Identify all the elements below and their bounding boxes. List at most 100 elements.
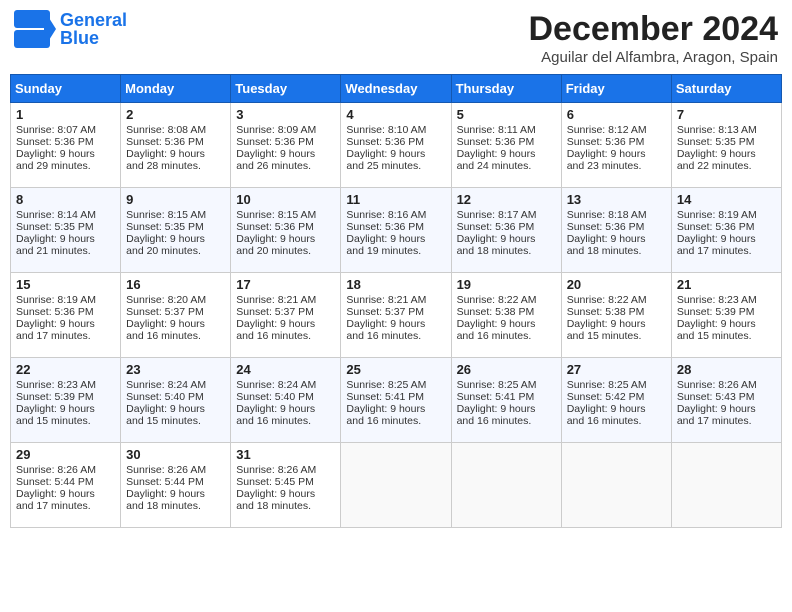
day-info-line: and 20 minutes. — [126, 245, 225, 257]
calendar-cell: 18Sunrise: 8:21 AMSunset: 5:37 PMDayligh… — [341, 273, 451, 358]
day-info-line: Sunset: 5:44 PM — [126, 476, 225, 488]
day-info-line: Sunset: 5:35 PM — [16, 221, 115, 233]
calendar-cell: 23Sunrise: 8:24 AMSunset: 5:40 PMDayligh… — [121, 358, 231, 443]
day-info-line: Daylight: 9 hours — [16, 488, 115, 500]
calendar-week-4: 22Sunrise: 8:23 AMSunset: 5:39 PMDayligh… — [11, 358, 782, 443]
day-info-line: and 25 minutes. — [346, 160, 445, 172]
day-info-line: and 22 minutes. — [677, 160, 776, 172]
day-number: 10 — [236, 192, 335, 207]
day-info-line: Daylight: 9 hours — [677, 318, 776, 330]
day-info-line: Sunrise: 8:13 AM — [677, 124, 776, 136]
day-info-line: Sunrise: 8:17 AM — [457, 209, 556, 221]
day-info-line: Sunset: 5:41 PM — [457, 391, 556, 403]
calendar-cell — [561, 443, 671, 528]
day-info-line: and 15 minutes. — [567, 330, 666, 342]
day-info-line: Sunset: 5:38 PM — [457, 306, 556, 318]
weekday-friday: Friday — [561, 75, 671, 103]
day-info-line: and 16 minutes. — [126, 330, 225, 342]
day-info-line: Sunset: 5:36 PM — [457, 136, 556, 148]
day-info-line: Daylight: 9 hours — [346, 403, 445, 415]
weekday-sunday: Sunday — [11, 75, 121, 103]
day-info-line: Sunset: 5:36 PM — [567, 136, 666, 148]
day-info-line: Daylight: 9 hours — [567, 318, 666, 330]
day-info-line: Sunrise: 8:21 AM — [346, 294, 445, 306]
calendar-week-1: 1Sunrise: 8:07 AMSunset: 5:36 PMDaylight… — [11, 103, 782, 188]
day-number: 6 — [567, 107, 666, 122]
day-info-line: Sunrise: 8:08 AM — [126, 124, 225, 136]
calendar-cell: 28Sunrise: 8:26 AMSunset: 5:43 PMDayligh… — [671, 358, 781, 443]
calendar-cell: 10Sunrise: 8:15 AMSunset: 5:36 PMDayligh… — [231, 188, 341, 273]
calendar-cell — [341, 443, 451, 528]
day-info-line: and 21 minutes. — [16, 245, 115, 257]
day-info-line: and 24 minutes. — [457, 160, 556, 172]
day-info-line: Daylight: 9 hours — [346, 148, 445, 160]
calendar-cell: 22Sunrise: 8:23 AMSunset: 5:39 PMDayligh… — [11, 358, 121, 443]
day-info-line: Daylight: 9 hours — [16, 318, 115, 330]
day-info-line: Sunset: 5:40 PM — [126, 391, 225, 403]
day-info-line: and 17 minutes. — [677, 415, 776, 427]
calendar-cell: 20Sunrise: 8:22 AMSunset: 5:38 PMDayligh… — [561, 273, 671, 358]
day-info-line: Sunset: 5:44 PM — [16, 476, 115, 488]
day-info-line: Daylight: 9 hours — [236, 148, 335, 160]
day-info-line: Daylight: 9 hours — [16, 403, 115, 415]
day-info-line: and 18 minutes. — [457, 245, 556, 257]
calendar-cell — [451, 443, 561, 528]
day-number: 29 — [16, 447, 115, 462]
day-info-line: Sunrise: 8:16 AM — [346, 209, 445, 221]
day-info-line: Daylight: 9 hours — [126, 148, 225, 160]
day-info-line: Sunset: 5:40 PM — [236, 391, 335, 403]
calendar-week-3: 15Sunrise: 8:19 AMSunset: 5:36 PMDayligh… — [11, 273, 782, 358]
day-number: 15 — [16, 277, 115, 292]
calendar-cell: 24Sunrise: 8:24 AMSunset: 5:40 PMDayligh… — [231, 358, 341, 443]
day-number: 28 — [677, 362, 776, 377]
day-info-line: Daylight: 9 hours — [126, 488, 225, 500]
day-info-line: and 19 minutes. — [346, 245, 445, 257]
day-number: 25 — [346, 362, 445, 377]
day-info-line: Daylight: 9 hours — [236, 403, 335, 415]
day-info-line: Sunrise: 8:23 AM — [677, 294, 776, 306]
day-info-line: Sunset: 5:36 PM — [346, 221, 445, 233]
day-number: 18 — [346, 277, 445, 292]
day-info-line: Daylight: 9 hours — [677, 148, 776, 160]
day-number: 30 — [126, 447, 225, 462]
calendar-body: 1Sunrise: 8:07 AMSunset: 5:36 PMDaylight… — [11, 103, 782, 528]
weekday-tuesday: Tuesday — [231, 75, 341, 103]
day-info-line: Daylight: 9 hours — [236, 318, 335, 330]
day-info-line: Sunrise: 8:25 AM — [346, 379, 445, 391]
calendar-cell: 6Sunrise: 8:12 AMSunset: 5:36 PMDaylight… — [561, 103, 671, 188]
day-info-line: Daylight: 9 hours — [126, 403, 225, 415]
day-number: 22 — [16, 362, 115, 377]
day-info-line: Daylight: 9 hours — [236, 233, 335, 245]
calendar-cell: 30Sunrise: 8:26 AMSunset: 5:44 PMDayligh… — [121, 443, 231, 528]
day-info-line: and 17 minutes. — [16, 330, 115, 342]
day-info-line: Sunset: 5:36 PM — [346, 136, 445, 148]
calendar-week-5: 29Sunrise: 8:26 AMSunset: 5:44 PMDayligh… — [11, 443, 782, 528]
day-number: 21 — [677, 277, 776, 292]
day-info-line: Sunrise: 8:21 AM — [236, 294, 335, 306]
logo: General Blue — [14, 10, 127, 48]
day-number: 17 — [236, 277, 335, 292]
calendar-cell: 11Sunrise: 8:16 AMSunset: 5:36 PMDayligh… — [341, 188, 451, 273]
calendar-cell: 16Sunrise: 8:20 AMSunset: 5:37 PMDayligh… — [121, 273, 231, 358]
day-info-line: Sunset: 5:36 PM — [16, 306, 115, 318]
day-info-line: Sunrise: 8:15 AM — [126, 209, 225, 221]
day-info-line: Sunrise: 8:25 AM — [567, 379, 666, 391]
day-number: 3 — [236, 107, 335, 122]
day-info-line: Sunrise: 8:19 AM — [677, 209, 776, 221]
day-info-line: Sunset: 5:36 PM — [677, 221, 776, 233]
calendar-cell: 21Sunrise: 8:23 AMSunset: 5:39 PMDayligh… — [671, 273, 781, 358]
day-info-line: Daylight: 9 hours — [346, 318, 445, 330]
day-number: 9 — [126, 192, 225, 207]
weekday-thursday: Thursday — [451, 75, 561, 103]
calendar-cell: 5Sunrise: 8:11 AMSunset: 5:36 PMDaylight… — [451, 103, 561, 188]
calendar-cell: 17Sunrise: 8:21 AMSunset: 5:37 PMDayligh… — [231, 273, 341, 358]
day-info-line: and 18 minutes. — [236, 500, 335, 512]
day-info-line: Daylight: 9 hours — [126, 318, 225, 330]
day-info-line: and 15 minutes. — [677, 330, 776, 342]
day-info-line: Sunset: 5:36 PM — [236, 221, 335, 233]
calendar-cell: 9Sunrise: 8:15 AMSunset: 5:35 PMDaylight… — [121, 188, 231, 273]
day-info-line: Sunset: 5:35 PM — [677, 136, 776, 148]
day-number: 2 — [126, 107, 225, 122]
calendar-cell — [671, 443, 781, 528]
day-info-line: Daylight: 9 hours — [457, 403, 556, 415]
